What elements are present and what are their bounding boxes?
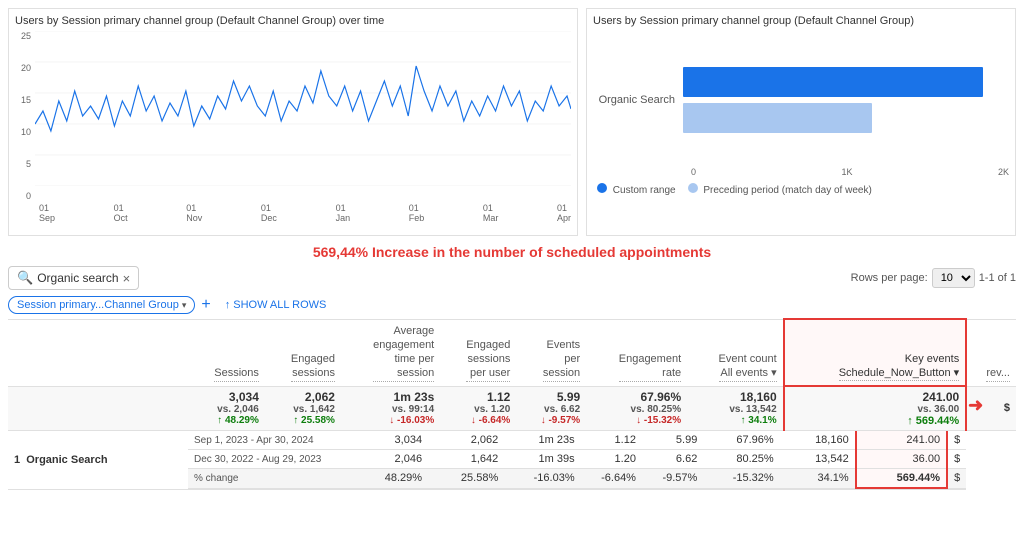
table-row-organic-search: 1 Organic Search Sep 1, 2023 - Apr 30, 2… — [8, 431, 1016, 490]
sub-row-2-keyevents: 36.00 — [856, 450, 947, 469]
sub-row-3: % change 48.29% 25.58% -16.03% -6.64% -9… — [188, 469, 966, 489]
sub-row-3-engaged: 25.58% — [428, 469, 504, 489]
filter-chip-arrow: ▾ — [182, 300, 187, 311]
summary-events-per-session: 5.99 vs. 6.62 ↓ -9.57% — [516, 386, 586, 431]
show-all-rows-button[interactable]: ↑ SHOW ALL ROWS — [225, 299, 327, 311]
summary-avg-engagement: 1m 23s vs. 99:14 ↓ -16.03% — [341, 386, 440, 431]
table-section: 🔍 Organic search × Rows per page: 10 25 … — [0, 262, 1024, 494]
pagination-info: 1-1 of 1 — [979, 272, 1016, 284]
th-sessions: Sessions — [188, 319, 265, 386]
sub-row-3-eventcount: 34.1% — [780, 469, 856, 489]
main-container: Users by Session primary channel group (… — [0, 0, 1024, 543]
sub-row-1-keyevents: 241.00 — [856, 431, 947, 450]
th-engaged-per-user: Engagedsessionsper user — [440, 319, 516, 386]
rows-per-page-select[interactable]: 10 25 50 — [932, 268, 975, 288]
legend-dot-custom — [597, 183, 607, 193]
sub-row-3-engperuser: -6.64% — [581, 469, 642, 489]
red-arrow: ➜ — [968, 395, 983, 416]
th-engaged-sessions: Engagedsessions — [265, 319, 341, 386]
search-input-value: Organic search — [37, 271, 118, 285]
y-axis: 25 20 15 10 5 0 — [15, 31, 35, 201]
th-key-events: Key eventsSchedule_Now_Button ▾ — [784, 319, 967, 386]
row-subrows: Sep 1, 2023 - Apr 30, 2024 3,034 2,062 1… — [188, 431, 966, 490]
sub-row-1-revenue: $ — [947, 431, 966, 450]
search-box[interactable]: 🔍 Organic search × — [8, 266, 139, 290]
charts-row: Users by Session primary channel group (… — [0, 0, 1024, 240]
rows-per-page-label: Rows per page: — [851, 272, 928, 284]
sub-row-2-avg: 1m 39s — [504, 450, 580, 469]
x-axis: 01Sep 01Oct 01Nov 01Dec 01Jan 01Feb 01Ma… — [15, 203, 571, 223]
sub-row-1-eventcount: 18,160 — [780, 431, 856, 450]
rows-per-page-control: Rows per page: 10 25 50 1-1 of 1 — [851, 268, 1016, 288]
table-header-row: Sessions Engagedsessions Averageengageme… — [8, 319, 1016, 386]
annotation-banner: 569,44% Increase in the number of schedu… — [0, 240, 1024, 262]
sub-row-1-label: Sep 1, 2023 - Apr 30, 2024 — [188, 431, 352, 450]
data-table: Sessions Engagedsessions Averageengageme… — [8, 318, 1016, 490]
th-engagement-rate: Engagementrate — [586, 319, 687, 386]
sub-row-2: Dec 30, 2022 - Aug 29, 2023 2,046 1,642 … — [188, 450, 966, 469]
row-number: 1 Organic Search — [14, 454, 182, 466]
summary-sessions: 3,034 vs. 2,046 ↑ 48.29% — [188, 386, 265, 431]
summary-key-events: 241.00 vs. 36.00 ↑ 569.44% ➜ — [784, 386, 967, 431]
sub-row-2-sessions: 2,046 — [352, 450, 428, 469]
sub-row-3-keyevents: 569.44% — [856, 469, 947, 489]
line-chart-wrapper: 25 20 15 10 5 0 — [15, 31, 571, 201]
sub-row-1-events: 5.99 — [642, 431, 703, 450]
th-event-count: Event countAll events ▾ — [687, 319, 784, 386]
summary-engagement-rate: 67.96% vs. 80.25% ↓ -15.32% — [586, 386, 687, 431]
sub-row-1-avg: 1m 23s — [504, 431, 580, 450]
legend-dot-preceding — [688, 183, 698, 193]
row-dimension: 1 Organic Search — [8, 431, 188, 490]
th-dimension — [8, 319, 188, 386]
bar-secondary — [683, 103, 872, 133]
sub-row-3-events: -9.57% — [642, 469, 703, 489]
sub-row-2-eventcount: 13,542 — [780, 450, 856, 469]
line-chart-title: Users by Session primary channel group (… — [15, 15, 571, 27]
line-chart-svg — [35, 31, 571, 186]
th-revenue: rev... — [966, 319, 1016, 386]
bar-chart-container: Users by Session primary channel group (… — [586, 8, 1016, 236]
filter-row: Session primary...Channel Group ▾ + ↑ SH… — [8, 296, 1016, 314]
summary-row: 3,034 vs. 2,046 ↑ 48.29% 2,062 vs. 1,642… — [8, 386, 1016, 431]
sub-row-1-engaged: 2,062 — [428, 431, 504, 450]
th-events-per-session: Eventspersession — [516, 319, 586, 386]
sub-row-2-engperuser: 1.20 — [581, 450, 642, 469]
summary-dimension — [8, 386, 188, 431]
sub-row-1-sessions: 3,034 — [352, 431, 428, 450]
sub-row-2-engrate: 80.25% — [703, 450, 779, 469]
sub-row-3-engrate: -15.32% — [703, 469, 779, 489]
bar-chart-title: Users by Session primary channel group (… — [593, 15, 1009, 27]
row-label: Organic Search — [26, 454, 107, 466]
th-avg-engagement: Averageengagementtime persession — [341, 319, 440, 386]
sub-row-1: Sep 1, 2023 - Apr 30, 2024 3,034 2,062 1… — [188, 431, 966, 450]
sub-row-2-label: Dec 30, 2022 - Aug 29, 2023 — [188, 450, 352, 469]
add-filter-button[interactable]: + — [201, 296, 210, 314]
sub-row-3-revenue: $ — [947, 469, 966, 489]
sub-row-1-engrate: 67.96% — [703, 431, 779, 450]
sub-row-2-events: 6.62 — [642, 450, 703, 469]
sub-row-3-sessions: 48.29% — [352, 469, 428, 489]
sub-row-3-avg: -16.03% — [504, 469, 580, 489]
search-row: 🔍 Organic search × Rows per page: 10 25 … — [8, 266, 1016, 290]
summary-event-count: 18,160 vs. 13,542 ↑ 34.1% — [687, 386, 784, 431]
summary-engaged-per-user: 1.12 vs. 1.20 ↓ -6.64% — [440, 386, 516, 431]
summary-engaged-sessions: 2,062 vs. 1,642 ↑ 25.58% — [265, 386, 341, 431]
filter-chip[interactable]: Session primary...Channel Group ▾ — [8, 296, 195, 314]
bar-legend: Custom range Preceding period (match day… — [593, 183, 1009, 196]
bar-x-labels: 0 1K 2K — [593, 167, 1009, 177]
sub-row-1-engperuser: 1.12 — [581, 431, 642, 450]
sub-row-2-engaged: 1,642 — [428, 450, 504, 469]
filter-chip-label: Session primary...Channel Group — [17, 299, 179, 311]
sub-row-3-label: % change — [188, 469, 352, 489]
sub-row-2-revenue: $ — [947, 450, 966, 469]
line-chart-inner — [35, 31, 571, 201]
search-icon: 🔍 — [17, 270, 33, 286]
search-clear-button[interactable]: × — [123, 271, 131, 286]
bar-primary — [683, 67, 983, 97]
line-chart-container: Users by Session primary channel group (… — [8, 8, 578, 236]
bar-label: Organic Search — [593, 94, 683, 106]
sub-table: Sep 1, 2023 - Apr 30, 2024 3,034 2,062 1… — [188, 431, 966, 489]
